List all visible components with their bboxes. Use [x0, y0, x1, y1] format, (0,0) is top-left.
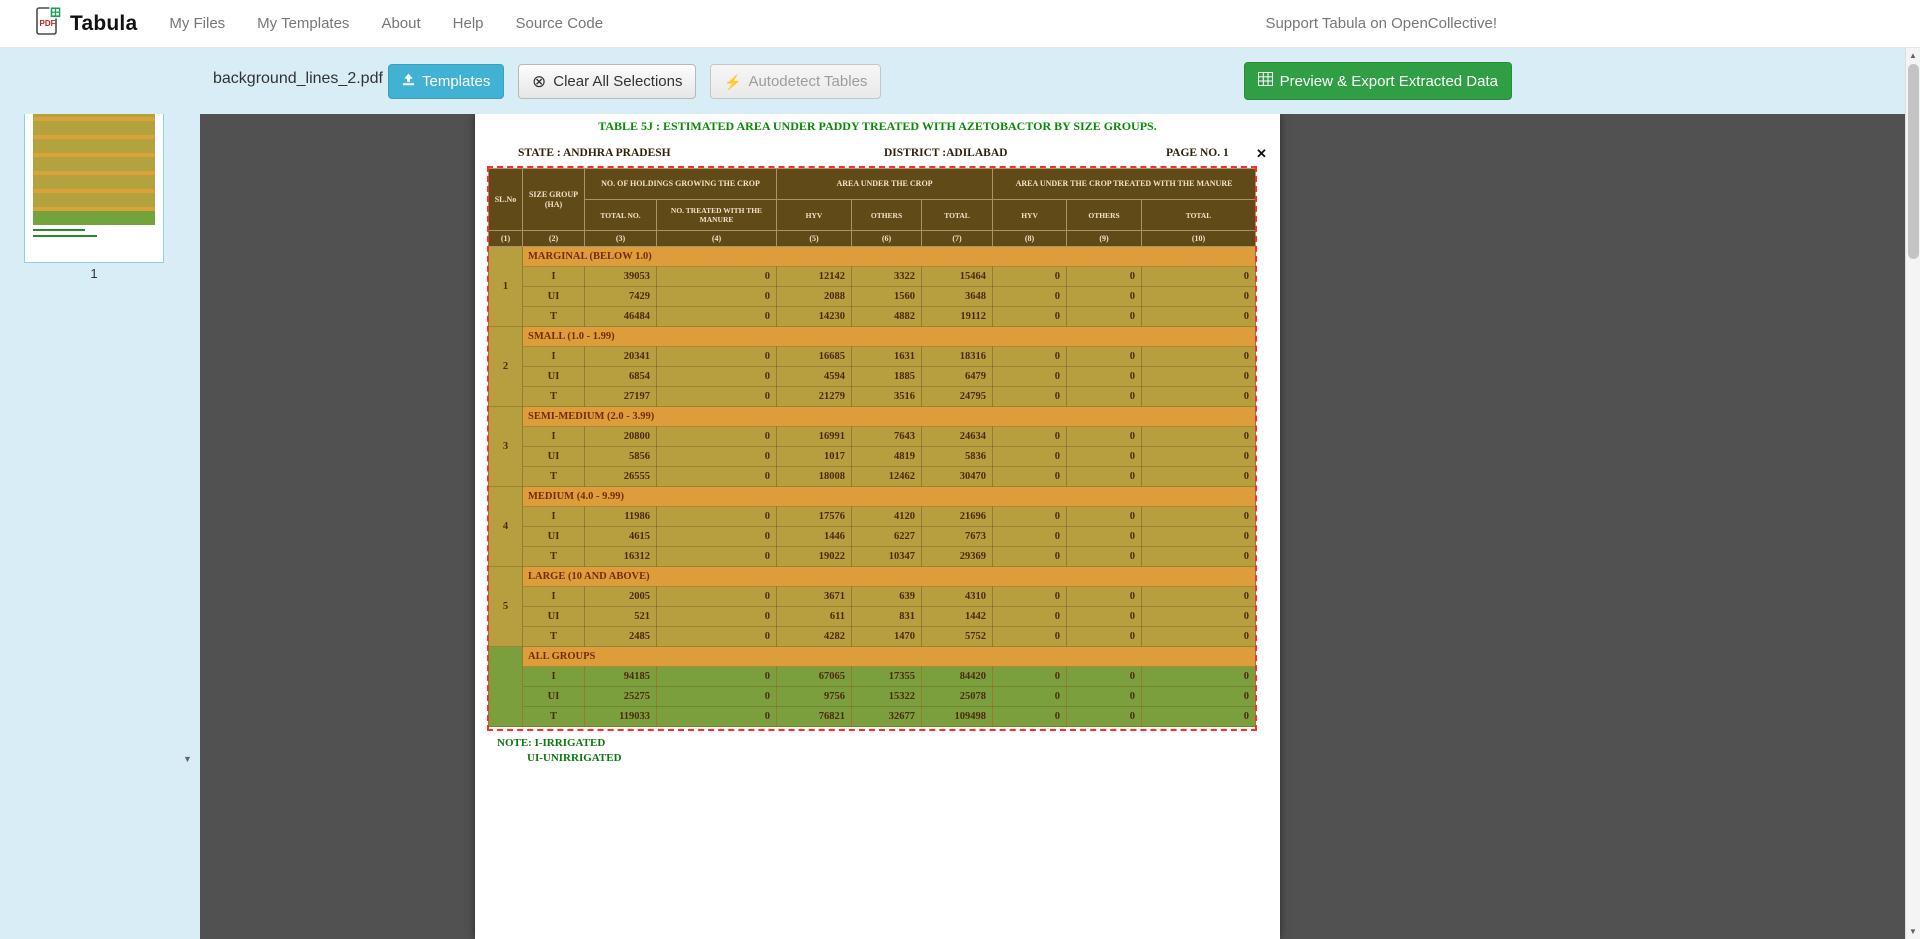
sidebar: ✕ 1 ▲ ▼ [0, 48, 200, 939]
export-label: Preview & Export Extracted Data [1280, 73, 1498, 90]
clear-selections-button[interactable]: ⊗ Clear All Selections [518, 64, 696, 99]
nav-help[interactable]: Help [453, 15, 484, 32]
autodetect-tables-button[interactable]: ⚡ Autodetect Tables [710, 64, 881, 99]
table-grid-icon [1258, 72, 1273, 90]
pdf-state: STATE : ANDHRA PRADESH [518, 147, 671, 159]
brand-home-link[interactable]: PDF Tabula [36, 6, 137, 41]
pdf-table-title: TABLE 5J : ESTIMATED AREA UNDER PADDY TR… [475, 119, 1280, 134]
thumbnail-page-number: 1 [24, 266, 164, 281]
support-link[interactable]: Support Tabula on OpenCollective! [1265, 15, 1497, 32]
pdf-viewport[interactable]: TABLE 5J : ESTIMATED AREA UNDER PADDY TR… [200, 114, 1905, 939]
pdf-district: DISTRICT :ADILABAD [884, 147, 1007, 159]
upload-icon [402, 73, 415, 90]
brand-name: Tabula [70, 12, 137, 36]
thumb-table-footer [33, 211, 155, 225]
autodetect-label: Autodetect Tables [748, 73, 867, 90]
nav-about[interactable]: About [381, 15, 420, 32]
sidebar-scroll-down-icon[interactable]: ▼ [183, 755, 192, 764]
pdf-page[interactable]: TABLE 5J : ESTIMATED AREA UNDER PADDY TR… [475, 114, 1280, 939]
pdf-note-line2: UI-UNIRRIGATED [527, 752, 622, 764]
pdf-note-line1: NOTE: I-IRRIGATED [497, 737, 605, 749]
templates-label: Templates [422, 73, 490, 90]
scrollbar-thumb[interactable] [1908, 64, 1919, 259]
nav-my-templates[interactable]: My Templates [257, 15, 349, 32]
tabula-logo-icon: PDF [36, 6, 62, 41]
thumb-table-body [33, 99, 155, 211]
vertical-scrollbar[interactable]: ▲ ▼ [1905, 48, 1920, 939]
circle-x-icon: ⊗ [532, 73, 546, 90]
templates-button[interactable]: Templates [388, 64, 504, 99]
clear-selections-label: Clear All Selections [553, 73, 682, 90]
nav-source-code[interactable]: Source Code [516, 15, 604, 32]
thumb-note-line [33, 235, 97, 237]
pdf-page-no: PAGE NO. 1 [1166, 147, 1229, 159]
selection-close-icon[interactable]: ✕ [1256, 146, 1267, 162]
top-navbar: PDF Tabula My Files My Templates About H… [0, 0, 1920, 48]
toolbar: background_lines_2.pdf Templates ⊗ Clear… [0, 48, 1920, 114]
filename-label: background_lines_2.pdf [213, 70, 383, 88]
svg-text:PDF: PDF [40, 19, 56, 28]
selection-box[interactable] [487, 166, 1257, 731]
export-button[interactable]: Preview & Export Extracted Data [1244, 62, 1512, 100]
scrollbar-down-icon[interactable]: ▼ [1909, 927, 1917, 936]
lightning-icon: ⚡ [724, 75, 741, 89]
nav-links: My Files My Templates About Help Source … [169, 15, 603, 32]
nav-my-files[interactable]: My Files [169, 15, 225, 32]
thumb-note-line [33, 229, 85, 231]
scrollbar-up-icon[interactable]: ▲ [1909, 51, 1917, 60]
